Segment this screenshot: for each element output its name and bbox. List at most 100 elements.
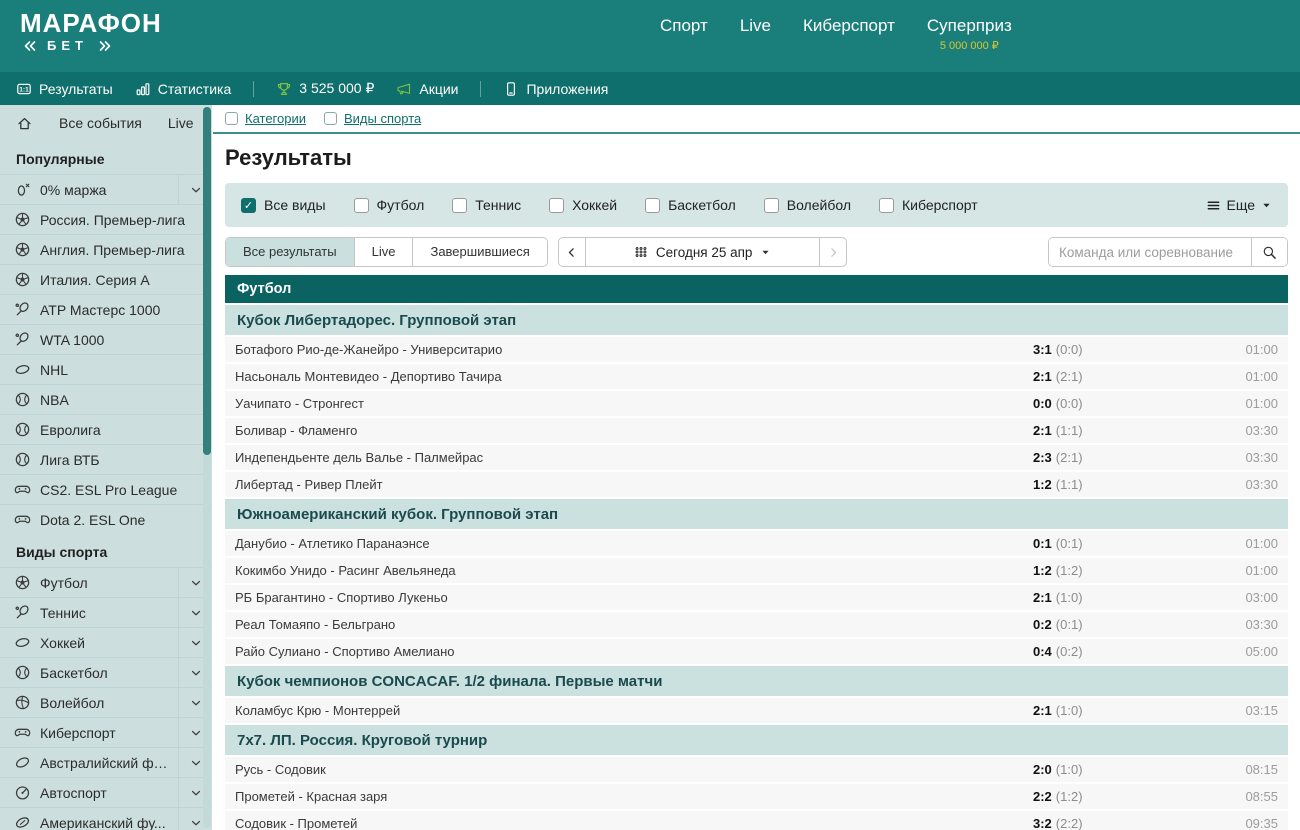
sidebar-item[interactable]: Австралийский фу... <box>0 747 212 777</box>
match-teams: Боливар - Фламенго <box>235 423 1033 438</box>
checkbox[interactable] <box>764 198 779 213</box>
final-score: 2:3 <box>1033 450 1052 465</box>
sidebar-item[interactable]: Хоккей <box>0 627 212 657</box>
next-day-button[interactable] <box>819 238 846 266</box>
competition-header[interactable]: 7х7. ЛП. Россия. Круговой турнир <box>225 725 1288 755</box>
final-score: 0:1 <box>1033 536 1052 551</box>
subnav-item[interactable]: 1:1Результаты <box>16 81 113 97</box>
sidebar-item[interactable]: Волейбол <box>0 687 212 717</box>
competition-header[interactable]: Кубок чемпионов CONCACAF. 1/2 финала. Пе… <box>225 666 1288 696</box>
checkbox[interactable]: ✓ <box>241 198 256 213</box>
sidebar-item[interactable]: Американский фу... <box>0 807 212 830</box>
match-row[interactable]: Индепендьенте дель Валье - Палмейрас2:3(… <box>225 445 1288 470</box>
sport-filter-checkbox[interactable]: Волейбол <box>764 197 851 213</box>
match-row[interactable]: Боливар - Фламенго2:1(1:1)03:30 <box>225 418 1288 443</box>
checkbox[interactable] <box>225 112 238 125</box>
basketball-icon <box>14 391 31 408</box>
search-button[interactable] <box>1251 238 1287 266</box>
sidebar-all-events-link[interactable]: Все события <box>59 115 142 131</box>
sidebar-item[interactable]: Италия. Серия А <box>0 264 212 294</box>
sidebar-scrollbar-thumb[interactable] <box>203 107 211 455</box>
match-row[interactable]: Райо Сулиано - Спортиво Амелиано0:4(0:2)… <box>225 639 1288 664</box>
match-row[interactable]: Насьональ Монтевидео - Депортиво Тачира2… <box>225 364 1288 389</box>
sidebar-item[interactable]: Баскетбол <box>0 657 212 687</box>
sport-filter-checkbox[interactable]: ✓Все виды <box>241 197 326 213</box>
sidebar-scrollbar[interactable] <box>203 107 211 828</box>
competition-header[interactable]: Южноамериканский кубок. Групповой этап <box>225 499 1288 529</box>
match-row[interactable]: Прометей - Красная заря2:2(1:2)08:55 <box>225 784 1288 809</box>
tab-active[interactable]: Все результаты <box>226 238 354 266</box>
sidebar-item[interactable]: Киберспорт <box>0 717 212 747</box>
topnav-item[interactable]: Киберспорт <box>803 16 895 36</box>
match-time: 03:00 <box>1168 590 1278 605</box>
search-input[interactable] <box>1049 238 1251 266</box>
superprize-amount: 5 000 000 ₽ <box>927 39 1012 52</box>
checkbox[interactable] <box>324 112 337 125</box>
filter-link[interactable]: Виды спорта <box>324 111 421 126</box>
halftime-score: (0:1) <box>1056 536 1083 551</box>
sport-filter-checkbox[interactable]: Баскетбол <box>645 197 736 213</box>
marathonbet-logo[interactable]: МАРАФОН БЕТ <box>20 9 162 53</box>
sidebar-item[interactable]: Евролига <box>0 414 212 444</box>
sport-section-header[interactable]: Футбол <box>225 275 1288 303</box>
sidebar-item[interactable]: ATP Мастерс 1000 <box>0 294 212 324</box>
chevron-down-icon <box>189 183 203 197</box>
sidebar-item[interactable]: Dota 2. ESL One <box>0 504 212 534</box>
more-button[interactable]: Еще <box>1206 197 1273 213</box>
checkbox[interactable] <box>879 198 894 213</box>
sport-filter-checkbox[interactable]: Киберспорт <box>879 197 978 213</box>
match-row[interactable]: Уачипато - Стронгест0:0(0:0)01:00 <box>225 391 1288 416</box>
checkbox[interactable] <box>645 198 660 213</box>
basketball-icon <box>14 451 31 468</box>
topnav-item[interactable]: Live <box>740 16 771 36</box>
match-time: 03:30 <box>1168 450 1278 465</box>
sidebar-item[interactable]: Теннис <box>0 597 212 627</box>
date-picker-button[interactable]: Сегодня 25 апр <box>586 238 820 266</box>
tab-inactive[interactable]: Live <box>354 238 413 266</box>
topnav-item[interactable]: Спорт <box>660 16 708 36</box>
sidebar-item[interactable]: CS2. ESL Pro League <box>0 474 212 504</box>
subnav-item[interactable]: Приложения <box>503 81 608 97</box>
match-time: 09:35 <box>1168 816 1278 830</box>
sport-filter-checkbox[interactable]: Хоккей <box>549 197 617 213</box>
subnav-item[interactable]: Статистика <box>135 81 232 97</box>
match-row[interactable]: Русь - Содовик2:0(1:0)08:15 <box>225 757 1288 782</box>
sidebar-item[interactable]: Лига ВТБ <box>0 444 212 474</box>
checkbox[interactable] <box>549 198 564 213</box>
sidebar-item[interactable]: Россия. Премьер-лига <box>0 204 212 234</box>
previous-day-button[interactable] <box>559 238 586 266</box>
filter-link[interactable]: Категории <box>225 111 306 126</box>
match-row[interactable]: Реал Томаяпо - Бельграно0:2(0:1)03:30 <box>225 612 1288 637</box>
sidebar-item[interactable]: 0% маржа <box>0 174 212 204</box>
home-icon[interactable] <box>16 115 33 132</box>
final-score: 2:1 <box>1033 703 1052 718</box>
checkbox[interactable] <box>452 198 467 213</box>
final-score: 2:1 <box>1033 369 1052 384</box>
sidebar-item[interactable]: Автоспорт <box>0 777 212 807</box>
competition-header[interactable]: Кубок Либертадорес. Групповой этап <box>225 305 1288 335</box>
match-row[interactable]: Данубио - Атлетико Паранаэнсе0:1(0:1)01:… <box>225 531 1288 556</box>
match-score: 0:2(0:1) <box>1033 617 1168 632</box>
match-row[interactable]: РБ Брагантино - Спортиво Лукеньо2:1(1:0)… <box>225 585 1288 610</box>
final-score: 0:4 <box>1033 644 1052 659</box>
match-row[interactable]: Либертад - Ривер Плейт1:2(1:1)03:30 <box>225 472 1288 497</box>
topnav-item[interactable]: Суперприз5 000 000 ₽ <box>927 16 1012 52</box>
sidebar-item[interactable]: NBA <box>0 384 212 414</box>
match-score: 0:1 (0:1) <box>1033 536 1168 551</box>
subnav-item[interactable]: Акции <box>396 81 458 97</box>
checkbox[interactable] <box>354 198 369 213</box>
match-row[interactable]: Кокимбо Унидо - Расинг Авельянеда1:2(1:2… <box>225 558 1288 583</box>
tab-inactive[interactable]: Завершившиеся <box>412 238 546 266</box>
sport-filter-checkbox[interactable]: Футбол <box>354 197 425 213</box>
sidebar-live-link[interactable]: Live <box>168 115 194 131</box>
sidebar-item[interactable]: Футбол <box>0 567 212 597</box>
sport-filter-checkbox[interactable]: Теннис <box>452 197 521 213</box>
subnav-item[interactable]: 3 525 000 ₽ <box>276 80 374 97</box>
halftime-score: (0:2) <box>1056 644 1083 659</box>
sidebar-item[interactable]: NHL <box>0 354 212 384</box>
match-row[interactable]: Коламбус Крю - Монтеррей2:1(1:0)03:15 <box>225 698 1288 723</box>
match-row[interactable]: Содовик - Прометей3:2(2:2)09:35 <box>225 811 1288 830</box>
match-row[interactable]: Ботафого Рио-де-Жанейро - Университарио3… <box>225 337 1288 362</box>
sidebar-item[interactable]: WTA 1000 <box>0 324 212 354</box>
sidebar-item[interactable]: Англия. Премьер-лига <box>0 234 212 264</box>
